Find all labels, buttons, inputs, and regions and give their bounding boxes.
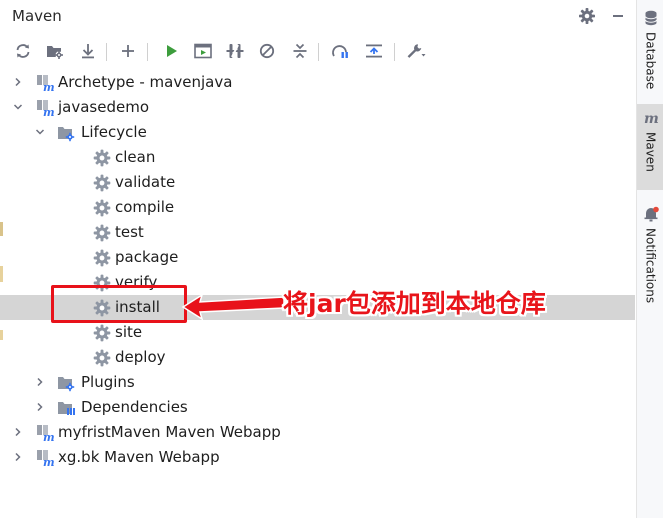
sidebar-tab-label: Notifications xyxy=(643,228,658,304)
toolbar-separator xyxy=(106,43,107,61)
lifecycle-folder-icon xyxy=(56,123,76,143)
lifecycle-goal-row[interactable]: clean xyxy=(0,145,635,170)
chevron-right-icon[interactable] xyxy=(34,401,46,413)
run-icon[interactable] xyxy=(160,40,182,62)
sidebar-tab-label: Maven xyxy=(643,132,658,172)
tree-node-label: Plugins xyxy=(81,373,135,391)
settings-wrench-icon[interactable] xyxy=(405,40,427,62)
tree-node-label: site xyxy=(115,323,143,341)
project-row[interactable]: m xg.bk Maven Webapp xyxy=(0,445,635,470)
chevron-right-icon[interactable] xyxy=(34,376,46,388)
svg-text:m: m xyxy=(43,81,54,93)
maven-module-icon: m xyxy=(34,73,55,94)
sidebar-tab-notifications[interactable]: Notifications xyxy=(637,200,663,310)
sidebar-tab-label: Database xyxy=(643,32,658,90)
maven-tool-window: Maven m Archetype - mavenjava m javasede… xyxy=(0,0,635,518)
project-row[interactable]: m javasedemo xyxy=(0,95,635,120)
tree-node-label: Dependencies xyxy=(81,398,188,416)
tree-node-label: xg.bk Maven Webapp xyxy=(58,448,220,466)
tree-node-label: package xyxy=(115,248,179,266)
svg-text:m: m xyxy=(644,111,659,125)
tree-node-label: test xyxy=(115,223,144,241)
edge-marker xyxy=(0,266,3,282)
highlight-box xyxy=(51,285,187,323)
tree-node-label: validate xyxy=(115,173,176,191)
chevron-right-icon[interactable] xyxy=(12,76,24,88)
toolbar-separator xyxy=(394,43,395,61)
tree-node-label: myfristMaven Maven Webapp xyxy=(58,423,281,441)
lifecycle-goal-row[interactable]: site xyxy=(0,320,635,345)
chevron-down-icon[interactable] xyxy=(12,101,24,113)
lifecycle-goal-row[interactable]: package xyxy=(0,245,635,270)
maven-module-icon: m xyxy=(34,98,55,119)
project-row[interactable]: m myfristMaven Maven Webapp xyxy=(0,420,635,445)
toolbar-separator xyxy=(147,43,148,61)
tree-folder-row[interactable]: Lifecycle xyxy=(0,120,635,145)
goal-gear-icon xyxy=(92,148,112,168)
callout-arrow-icon xyxy=(181,293,285,321)
sidebar-tab-database[interactable]: Database xyxy=(637,4,663,90)
minimize-icon[interactable] xyxy=(608,6,628,26)
tree-node-label: clean xyxy=(115,148,156,166)
lifecycle-goal-row[interactable]: compile xyxy=(0,195,635,220)
edge-marker xyxy=(0,330,3,340)
svg-text:m: m xyxy=(43,106,54,118)
toolbar-separator xyxy=(318,43,319,61)
maven-toolbar xyxy=(0,36,635,66)
sidebar-tab-maven[interactable]: m Maven xyxy=(637,104,663,190)
tool-window-header: Maven xyxy=(0,0,635,34)
tree-folder-row[interactable]: Plugins xyxy=(0,370,635,395)
maven-icon: m xyxy=(643,110,659,128)
collapse-all-icon[interactable] xyxy=(289,40,311,62)
database-icon xyxy=(644,10,658,28)
edge-marker xyxy=(0,222,3,236)
expand-icon[interactable] xyxy=(363,40,385,62)
tool-window-title: Maven xyxy=(12,7,62,25)
tree-node-label: Archetype - mavenjava xyxy=(58,73,233,91)
execute-goal-icon[interactable] xyxy=(192,40,214,62)
show-dependencies-icon[interactable] xyxy=(330,40,352,62)
svg-text:m: m xyxy=(43,456,54,468)
annotation-text: 将jar包添加到本地仓库 xyxy=(283,289,546,318)
tree-node-label: Lifecycle xyxy=(81,123,147,141)
goal-gear-icon xyxy=(92,173,112,193)
maven-module-icon: m xyxy=(34,423,55,444)
download-icon[interactable] xyxy=(77,40,99,62)
chevron-right-icon[interactable] xyxy=(12,451,24,463)
goal-gear-icon xyxy=(92,323,112,343)
tree-node-label: compile xyxy=(115,198,175,216)
maven-module-icon: m xyxy=(34,448,55,469)
right-tool-strip: Database m Maven Notifications xyxy=(636,0,663,518)
chevron-right-icon[interactable] xyxy=(12,426,24,438)
lifecycle-goal-row[interactable]: deploy xyxy=(0,345,635,370)
svg-text:m: m xyxy=(43,431,54,443)
toggle-offline-icon[interactable] xyxy=(224,40,246,62)
tree-node-label: deploy xyxy=(115,348,166,366)
gear-icon[interactable] xyxy=(577,6,597,26)
plugins-folder-icon xyxy=(56,373,76,393)
reload-icon[interactable] xyxy=(12,40,34,62)
goal-gear-icon xyxy=(92,198,112,218)
goal-gear-icon xyxy=(92,248,112,268)
goal-gear-icon xyxy=(92,223,112,243)
chevron-down-icon[interactable] xyxy=(34,126,46,138)
bell-icon xyxy=(643,206,659,224)
generate-sources-icon[interactable] xyxy=(44,40,66,62)
lifecycle-goal-row[interactable]: validate xyxy=(0,170,635,195)
add-icon[interactable] xyxy=(117,40,139,62)
lifecycle-goal-row[interactable]: test xyxy=(0,220,635,245)
tree-folder-row[interactable]: Dependencies xyxy=(0,395,635,420)
project-row[interactable]: m Archetype - mavenjava xyxy=(0,70,635,95)
goal-gear-icon xyxy=(92,348,112,368)
tree-node-label: javasedemo xyxy=(58,98,150,116)
skip-tests-icon[interactable] xyxy=(256,40,278,62)
dependencies-folder-icon xyxy=(56,398,76,418)
